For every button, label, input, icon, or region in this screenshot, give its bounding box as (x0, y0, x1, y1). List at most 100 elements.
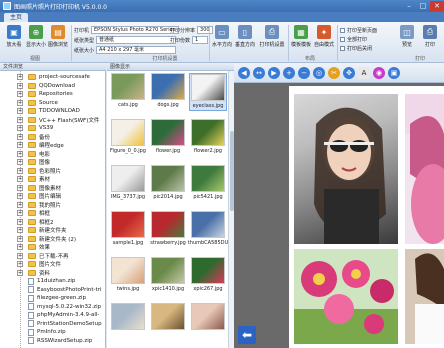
text-icon[interactable]: A (358, 67, 370, 79)
thumbnail-item[interactable]: xpic267.jpg (189, 257, 227, 295)
copies-input[interactable]: 1 (192, 36, 209, 44)
tree-folder-item[interactable]: QQDownload (28, 82, 75, 90)
tree-expander[interactable]: + (17, 193, 23, 199)
preview-button[interactable]: ◫ 预览 (396, 25, 418, 53)
tree-folder-item[interactable]: VS39 (28, 124, 53, 132)
zoom-out-icon[interactable]: − (298, 67, 310, 79)
minimize-button[interactable]: – (402, 1, 416, 11)
print-button[interactable]: ⎙ 打印 (419, 25, 441, 53)
tree-folder-item[interactable]: 相框2 (28, 218, 54, 226)
side-portrait-photo[interactable] (405, 94, 444, 244)
tree-expander[interactable]: + (17, 184, 23, 191)
paper-type-select[interactable]: 普通纸 (96, 36, 177, 44)
tree-folder-item[interactable]: 图像素材 (28, 184, 61, 192)
tree-file-item[interactable]: EasyboostPhotoPrint-tri (28, 286, 101, 294)
thumbnail-grid[interactable]: cats.jpg dogs.jpg eyeclass.jpg Figure_0_0.j… (107, 71, 228, 348)
thumbnail-item[interactable]: Figure_0_0.jpg (109, 119, 147, 157)
border-icon[interactable]: ▣ (388, 67, 400, 79)
tree-expander[interactable]: + (17, 142, 23, 148)
move-icon[interactable]: ✥ (343, 67, 355, 79)
thumbnail-item[interactable]: twins.jpg (109, 257, 147, 295)
zoom-view-button[interactable]: ▣ 放大看 (3, 25, 25, 53)
tree-expander[interactable]: + (17, 150, 23, 157)
tree-expander[interactable]: + (17, 235, 23, 242)
tree-expander[interactable]: + (17, 269, 23, 276)
flower-photo[interactable] (294, 249, 398, 344)
thumbnail-item[interactable]: flower2.jpg (189, 119, 227, 157)
tree-expander[interactable]: + (17, 227, 23, 233)
tree-folder-item[interactable]: 电影 (28, 150, 50, 158)
tree-folder-item[interactable]: project-sourcesafe (28, 73, 90, 81)
tree-expander[interactable]: + (17, 244, 23, 250)
tree-folder-item[interactable]: 色彩照片 (28, 167, 61, 175)
thumbnail-item[interactable]: IMG_3737.jpg (109, 165, 147, 203)
printer-select[interactable]: EPSON Stylus Photo R270 Series (91, 26, 180, 34)
template-button[interactable]: ▦ 模板模板 (290, 25, 312, 53)
tree-folder-item[interactable]: 图片编辑 (28, 192, 61, 200)
tree-file-item[interactable]: RSSWizardSetup.zip (28, 337, 92, 345)
thumbnail-item[interactable] (109, 303, 147, 341)
tree-file-item[interactable]: PrintStationDemoSetup (28, 320, 102, 328)
print-new-page-check[interactable]: 打印至新页面 (340, 27, 377, 34)
free-mode-button[interactable]: ✦ 自由模式 (313, 25, 335, 53)
color-wheel-icon[interactable]: ◉ (373, 67, 385, 79)
tree-expander[interactable]: + (17, 91, 23, 97)
tree-expander[interactable]: + (17, 210, 23, 216)
tree-folder-item[interactable]: TDDOWNLOAD (28, 107, 80, 115)
tree-file-item[interactable]: PmInfo.zip (28, 328, 66, 336)
portrait-button[interactable]: ▯ 垂直方向 (234, 25, 256, 53)
portrait-photo[interactable] (294, 94, 398, 244)
print-page[interactable] (289, 86, 444, 348)
tree-expander[interactable]: + (17, 125, 23, 131)
display-size-button[interactable]: ⊕ 显示大小 (25, 25, 47, 53)
thumbnail-item[interactable] (189, 303, 227, 341)
paper-size-select[interactable]: A4 210 x 297 毫米 (96, 46, 177, 54)
tree-expander[interactable]: + (17, 167, 23, 174)
tree-expander[interactable]: + (17, 133, 23, 140)
tree-folder-item[interactable]: 素材 (28, 175, 50, 183)
thumbnail-item[interactable]: eyeclass.jpg (189, 73, 227, 111)
tree-expander[interactable]: + (17, 159, 23, 165)
back-arrow-button[interactable]: ⬅ (238, 326, 256, 344)
thumbnail-item[interactable]: pic2014.jpg (149, 165, 187, 203)
thumbnail-item[interactable]: flower.jpg (149, 119, 187, 157)
tree-folder-item[interactable]: Repositories (28, 90, 73, 98)
landscape-button[interactable]: ▭ 水平方向 (211, 25, 233, 53)
tree-expander[interactable]: + (17, 218, 23, 225)
folder-tree[interactable]: + project-sourcesafe + QQDownload + Repositor… (0, 71, 106, 348)
tree-expander[interactable]: + (17, 108, 23, 114)
tree-folder-item[interactable]: 图片文件 (28, 260, 61, 268)
tree-file-item[interactable]: phpMyAdmin-3.4.9-all- (28, 311, 99, 319)
tree-folder-item[interactable]: 资料 (28, 269, 50, 277)
tree-expander[interactable]: + (17, 201, 23, 208)
tree-file-item[interactable]: mysql-5.0.22-win32.zip (28, 303, 101, 311)
tree-folder-item[interactable]: 新建文件夹 (2) (28, 235, 76, 243)
tree-expander[interactable]: + (17, 261, 23, 267)
print-all-check[interactable]: 全部打印 (340, 36, 367, 43)
tree-folder-item[interactable]: 新建文件夹 (28, 226, 67, 234)
thumbnail-item[interactable]: dogs.jpg (149, 73, 187, 111)
tree-folder-item[interactable]: 备份 (28, 133, 50, 141)
tree-folder-item[interactable]: VC++ Flash(SWF)文件 (28, 116, 99, 124)
tree-file-item[interactable]: 11duizhan.zip (28, 277, 75, 285)
close-after-print-check[interactable]: 打印后关闭 (340, 45, 372, 52)
tree-folder-item[interactable]: 相框 (28, 209, 50, 217)
thumbnail-item[interactable]: thumbCA585DU (188, 211, 228, 249)
side-bottom-photo[interactable] (405, 249, 444, 344)
thumbnail-item[interactable]: xpic1410.jpg (149, 257, 187, 295)
left-arrow-icon[interactable]: ◀ (238, 67, 250, 79)
tree-folder-item[interactable]: 我的照片 (28, 201, 61, 209)
tree-folder-item[interactable]: 图像 (28, 158, 50, 166)
thumbnail-item[interactable]: pic5421.jpg (189, 165, 227, 203)
zoom-in-icon[interactable]: + (283, 67, 295, 79)
tree-expander[interactable]: + (17, 116, 23, 123)
tree-folder-item[interactable]: 已下载-不再 (28, 252, 69, 260)
tree-expander[interactable]: + (17, 176, 23, 182)
crop-icon[interactable]: ✂ (328, 67, 340, 79)
printer-settings-button[interactable]: ⎙ 打印机设置 (258, 25, 286, 53)
print-canvas[interactable]: ⬅ (234, 83, 444, 348)
tree-expander[interactable]: + (17, 74, 23, 80)
tab-home[interactable]: 主页 (4, 13, 29, 22)
tree-expander[interactable]: + (17, 252, 23, 259)
fit-icon[interactable]: ◎ (313, 67, 325, 79)
